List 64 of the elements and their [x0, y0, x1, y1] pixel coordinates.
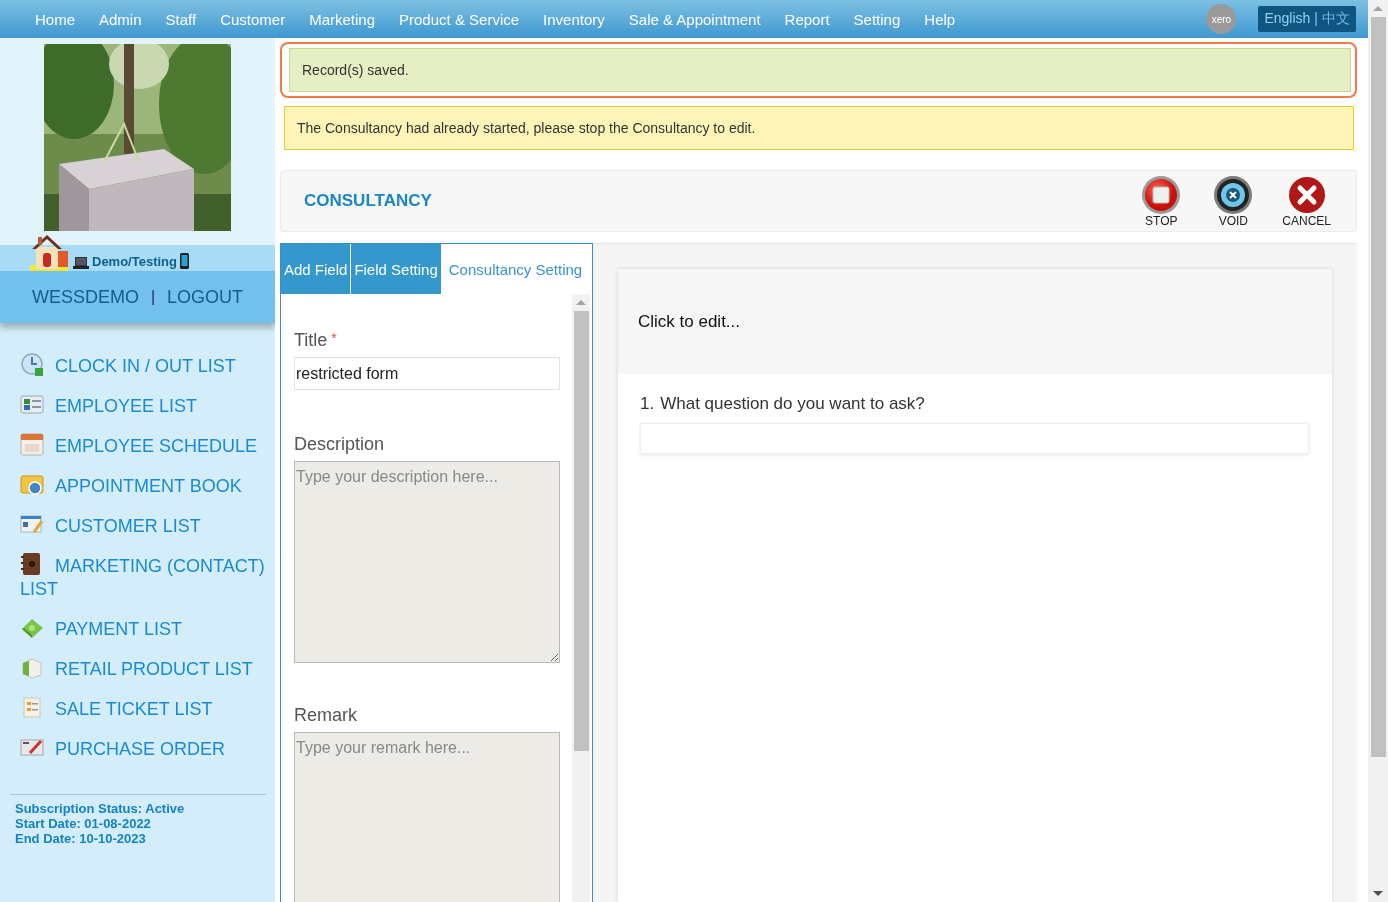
sidebar-menu-item[interactable]: MARKETING (CONTACT) LIST	[20, 545, 275, 608]
field-label: Title	[294, 330, 328, 351]
success-message: Record(s) saved.	[289, 48, 1351, 92]
nav-link[interactable]: Staff	[153, 10, 209, 28]
sidebar-menu-item[interactable]: PURCHASE ORDER	[20, 728, 275, 768]
text-input[interactable]: restricted form	[294, 357, 560, 390]
cancel-icon	[1286, 174, 1327, 215]
click-to-edit-text[interactable]: Click to edit...	[638, 311, 741, 332]
nav-link[interactable]: Admin	[87, 10, 154, 28]
scrollbar[interactable]	[1368, 0, 1388, 902]
card-icon	[20, 512, 44, 536]
nav-link[interactable]: Help	[912, 10, 968, 28]
logout-link[interactable]: LOGOUT	[167, 286, 244, 308]
void-button[interactable]: VOID	[1210, 174, 1257, 228]
subscription-text: Subscription Status: Active	[15, 801, 186, 816]
field-label: Description	[294, 434, 386, 455]
tab[interactable]: Add Field	[281, 244, 352, 294]
sidebar-menu-item[interactable]: CLOCK IN / OUT LIST	[20, 345, 275, 385]
house-icon	[28, 233, 70, 271]
stop-icon	[1141, 174, 1182, 215]
language-option[interactable]: 中文	[1322, 10, 1350, 28]
laptop-icon	[73, 256, 89, 269]
stop-button[interactable]: STOP	[1138, 174, 1185, 228]
user-label: Demo/Testing	[92, 254, 177, 269]
sidebar-menu-item[interactable]: SALE TICKET LIST	[20, 688, 275, 728]
clock-icon	[20, 352, 44, 376]
warning-message: The Consultancy had already started, please stop the Consultancy to edit.	[284, 106, 1354, 150]
form-title: CONSULTANCY	[304, 191, 432, 211]
nav-link[interactable]: Home	[23, 10, 87, 28]
text-area[interactable]: Type your description here...	[294, 461, 560, 663]
nav-link[interactable]: Product & Service	[387, 10, 532, 28]
id-card-icon	[20, 392, 44, 416]
nav-link[interactable]: Sale & Appointment	[616, 10, 773, 28]
scrollbar[interactable]	[572, 294, 590, 902]
separator-text: |	[1314, 10, 1318, 28]
tab[interactable]: Field Setting	[351, 244, 442, 294]
folder-icon	[20, 472, 44, 496]
text-area[interactable]: Type your remark here...	[294, 732, 560, 902]
sidebar-menu-item[interactable]: EMPLOYEE SCHEDULE	[20, 425, 275, 465]
cancel-button[interactable]: CANCEL	[1282, 174, 1331, 228]
sidebar-menu-item[interactable]: EMPLOYEE LIST	[20, 385, 275, 425]
phone-icon	[180, 253, 189, 269]
sidebar-menu-item[interactable]: RETAIL PRODUCT LIST	[20, 648, 275, 688]
language-option[interactable]: English	[1264, 10, 1311, 28]
nav-link[interactable]: Customer	[208, 10, 298, 28]
nav-link[interactable]: Setting	[841, 10, 913, 28]
sidebar-menu-item[interactable]: CUSTOMER LIST	[20, 505, 275, 545]
question-number: 1.	[640, 394, 655, 414]
sidebar-menu-item[interactable]: APPOINTMENT BOOK	[20, 465, 275, 505]
ticket-icon	[20, 695, 44, 719]
xero-badge[interactable]: xero	[1206, 4, 1237, 34]
nav-link[interactable]: Inventory	[531, 10, 617, 28]
separator-text: |	[150, 288, 156, 306]
field-label: Remark	[294, 705, 358, 726]
sidebar-menu-item[interactable]: PAYMENT LIST	[20, 608, 275, 648]
required-mark: *	[331, 330, 337, 346]
nav-link[interactable]: Report	[772, 10, 842, 28]
nav-link[interactable]: Marketing	[297, 10, 388, 28]
void-icon	[1213, 174, 1254, 215]
subscription-text: Start Date: 01-08-2022	[15, 816, 152, 831]
question-text: What question do you want to ask?	[660, 394, 925, 414]
calendar-icon	[20, 432, 44, 456]
subscription-text: End Date: 10-10-2023	[15, 831, 147, 846]
username-link[interactable]: WESSDEMO	[31, 286, 139, 308]
